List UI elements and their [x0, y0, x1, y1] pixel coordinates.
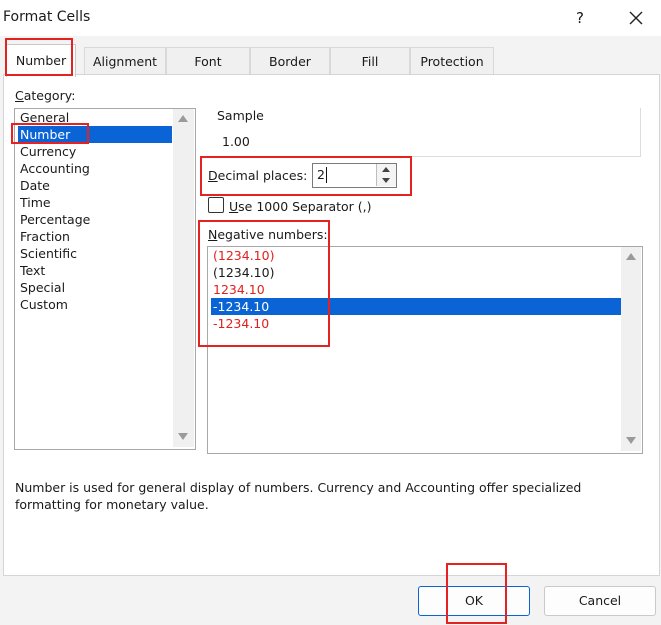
- decimal-places-input[interactable]: 2: [317, 167, 325, 182]
- scroll-down-icon[interactable]: [626, 437, 636, 444]
- category-item-percentage[interactable]: Percentage: [20, 211, 90, 228]
- category-scrollbar[interactable]: [173, 109, 194, 447]
- spin-down-button[interactable]: [376, 175, 396, 186]
- category-item-number[interactable]: Number: [20, 126, 70, 143]
- separator-checkbox[interactable]: [208, 197, 224, 213]
- category-label: Category:: [15, 88, 76, 103]
- category-item-accounting[interactable]: Accounting: [20, 160, 90, 177]
- dialog-title: Format Cells: [3, 9, 91, 25]
- spin-up-icon: [382, 167, 390, 172]
- scroll-down-icon[interactable]: [178, 433, 188, 440]
- category-item-custom[interactable]: Custom: [20, 296, 68, 313]
- category-item-date[interactable]: Date: [20, 177, 50, 194]
- category-item-currency[interactable]: Currency: [20, 143, 76, 160]
- category-list[interactable]: General Number Currency Accounting Date …: [14, 108, 196, 450]
- negative-scrollbar[interactable]: [621, 247, 641, 451]
- tab-number[interactable]: Number: [6, 44, 76, 77]
- tab-border[interactable]: Border: [250, 47, 330, 75]
- category-description: Number is used for general display of nu…: [15, 480, 582, 512]
- close-icon[interactable]: [624, 6, 648, 30]
- separator-label[interactable]: Use 1000 Separator (,): [229, 199, 372, 214]
- negative-item-minus-selected[interactable]: -1234.10: [213, 298, 269, 315]
- tab-protection[interactable]: Protection: [410, 47, 494, 75]
- spin-down-icon: [382, 178, 390, 183]
- scroll-up-icon[interactable]: [178, 115, 188, 122]
- negative-item-red-minus[interactable]: -1234.10: [213, 315, 269, 332]
- category-item-general[interactable]: General: [20, 109, 69, 126]
- category-item-fraction[interactable]: Fraction: [20, 228, 70, 245]
- decimal-places-spinner[interactable]: 2: [312, 163, 397, 188]
- title-bar: Format Cells ?: [0, 0, 661, 36]
- ok-button[interactable]: OK: [418, 586, 530, 616]
- negative-item-red[interactable]: 1234.10: [213, 281, 265, 298]
- help-button[interactable]: ?: [570, 8, 590, 28]
- tab-alignment[interactable]: Alignment: [84, 47, 166, 75]
- negative-item-red-parens[interactable]: (1234.10): [213, 247, 274, 264]
- negative-selection-highlight: [211, 298, 621, 315]
- sample-group: [208, 108, 641, 157]
- negative-item-black-parens[interactable]: (1234.10): [213, 264, 274, 281]
- tab-fill[interactable]: Fill: [330, 47, 410, 75]
- category-item-time[interactable]: Time: [20, 194, 51, 211]
- category-item-text[interactable]: Text: [20, 262, 45, 279]
- negative-numbers-list[interactable]: (1234.10) (1234.10) 1234.10 -1234.10 -12…: [207, 246, 643, 454]
- sample-value: 1.00: [222, 134, 250, 149]
- text-cursor: [326, 167, 327, 183]
- category-item-special[interactable]: Special: [20, 279, 65, 296]
- sample-label: Sample: [217, 108, 264, 123]
- decimal-places-label: Decimal places:: [208, 168, 308, 183]
- cancel-button[interactable]: Cancel: [544, 586, 656, 616]
- category-item-scientific[interactable]: Scientific: [20, 245, 77, 262]
- scroll-up-icon[interactable]: [626, 253, 636, 260]
- negative-numbers-label: Negative numbers:: [208, 227, 328, 242]
- tab-font[interactable]: Font: [166, 47, 250, 75]
